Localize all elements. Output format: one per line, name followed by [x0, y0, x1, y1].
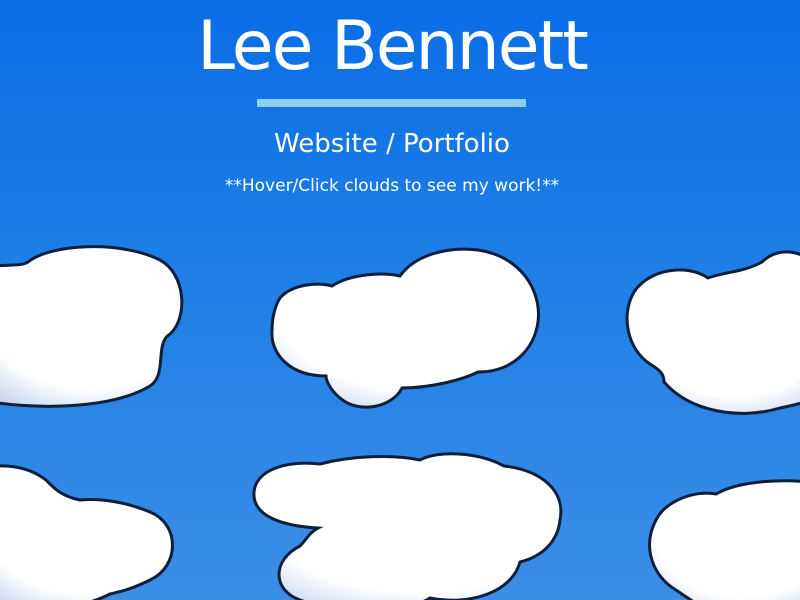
cloud-6[interactable] [648, 479, 800, 600]
cloud-5[interactable] [252, 452, 563, 600]
clouds-layer [0, 245, 800, 600]
cloud-1[interactable] [0, 245, 184, 408]
cloud-4[interactable] [0, 464, 174, 600]
cloud-3[interactable] [625, 250, 800, 415]
cloud-2[interactable] [270, 247, 540, 409]
